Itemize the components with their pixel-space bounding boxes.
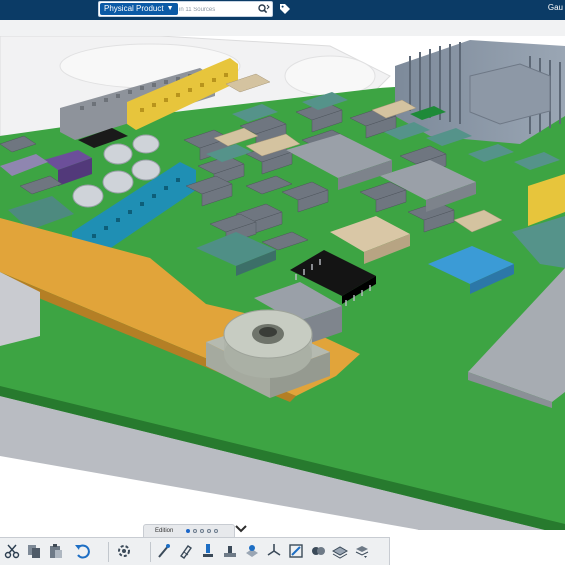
top-bar: Physical Product ▼ Gau	[0, 0, 565, 20]
copy-icon[interactable]	[24, 541, 44, 561]
pager-dot[interactable]	[207, 529, 211, 533]
assembly-icon[interactable]	[114, 541, 134, 561]
user-name[interactable]: Gau	[548, 3, 563, 12]
paste-icon[interactable]	[46, 541, 66, 561]
pager-dot[interactable]	[214, 529, 218, 533]
undo-icon[interactable]	[72, 541, 92, 561]
edition-tab[interactable]: Edition	[143, 524, 235, 538]
cut-icon[interactable]	[2, 541, 22, 561]
toolbar-separator	[108, 542, 109, 562]
probe-icon[interactable]	[154, 541, 174, 561]
action-bar	[0, 537, 390, 565]
pager-dot[interactable]	[186, 529, 190, 533]
axis-icon[interactable]	[264, 541, 284, 561]
tab-strip	[0, 20, 565, 36]
motor-icon[interactable]	[308, 541, 328, 561]
part-drop-icon[interactable]	[198, 541, 218, 561]
search-box[interactable]: Physical Product ▼	[98, 1, 273, 17]
layer-icon[interactable]	[330, 541, 350, 561]
search-scope-dropdown[interactable]: Physical Product ▼	[100, 3, 178, 15]
deposit-icon[interactable]	[220, 541, 240, 561]
edition-label: Edition	[155, 528, 174, 534]
pcb-3d-model	[0, 36, 565, 530]
3d-viewport[interactable]	[0, 36, 565, 530]
more-icon[interactable]	[352, 541, 372, 561]
caret-down-icon: ▼	[166, 5, 174, 12]
pin-icon[interactable]	[176, 541, 196, 561]
chevron-down-icon[interactable]	[234, 522, 248, 536]
tag-icon[interactable]	[278, 2, 292, 16]
search-input[interactable]	[177, 3, 259, 17]
pager-dot[interactable]	[200, 529, 204, 533]
toolbar-separator	[150, 542, 151, 562]
search-icon[interactable]	[257, 3, 271, 15]
search-scope-label: Physical Product	[104, 4, 164, 13]
edition-pager[interactable]	[186, 529, 218, 533]
sweep-icon[interactable]	[242, 541, 262, 561]
pager-dot[interactable]	[193, 529, 197, 533]
sketch-icon[interactable]	[286, 541, 306, 561]
